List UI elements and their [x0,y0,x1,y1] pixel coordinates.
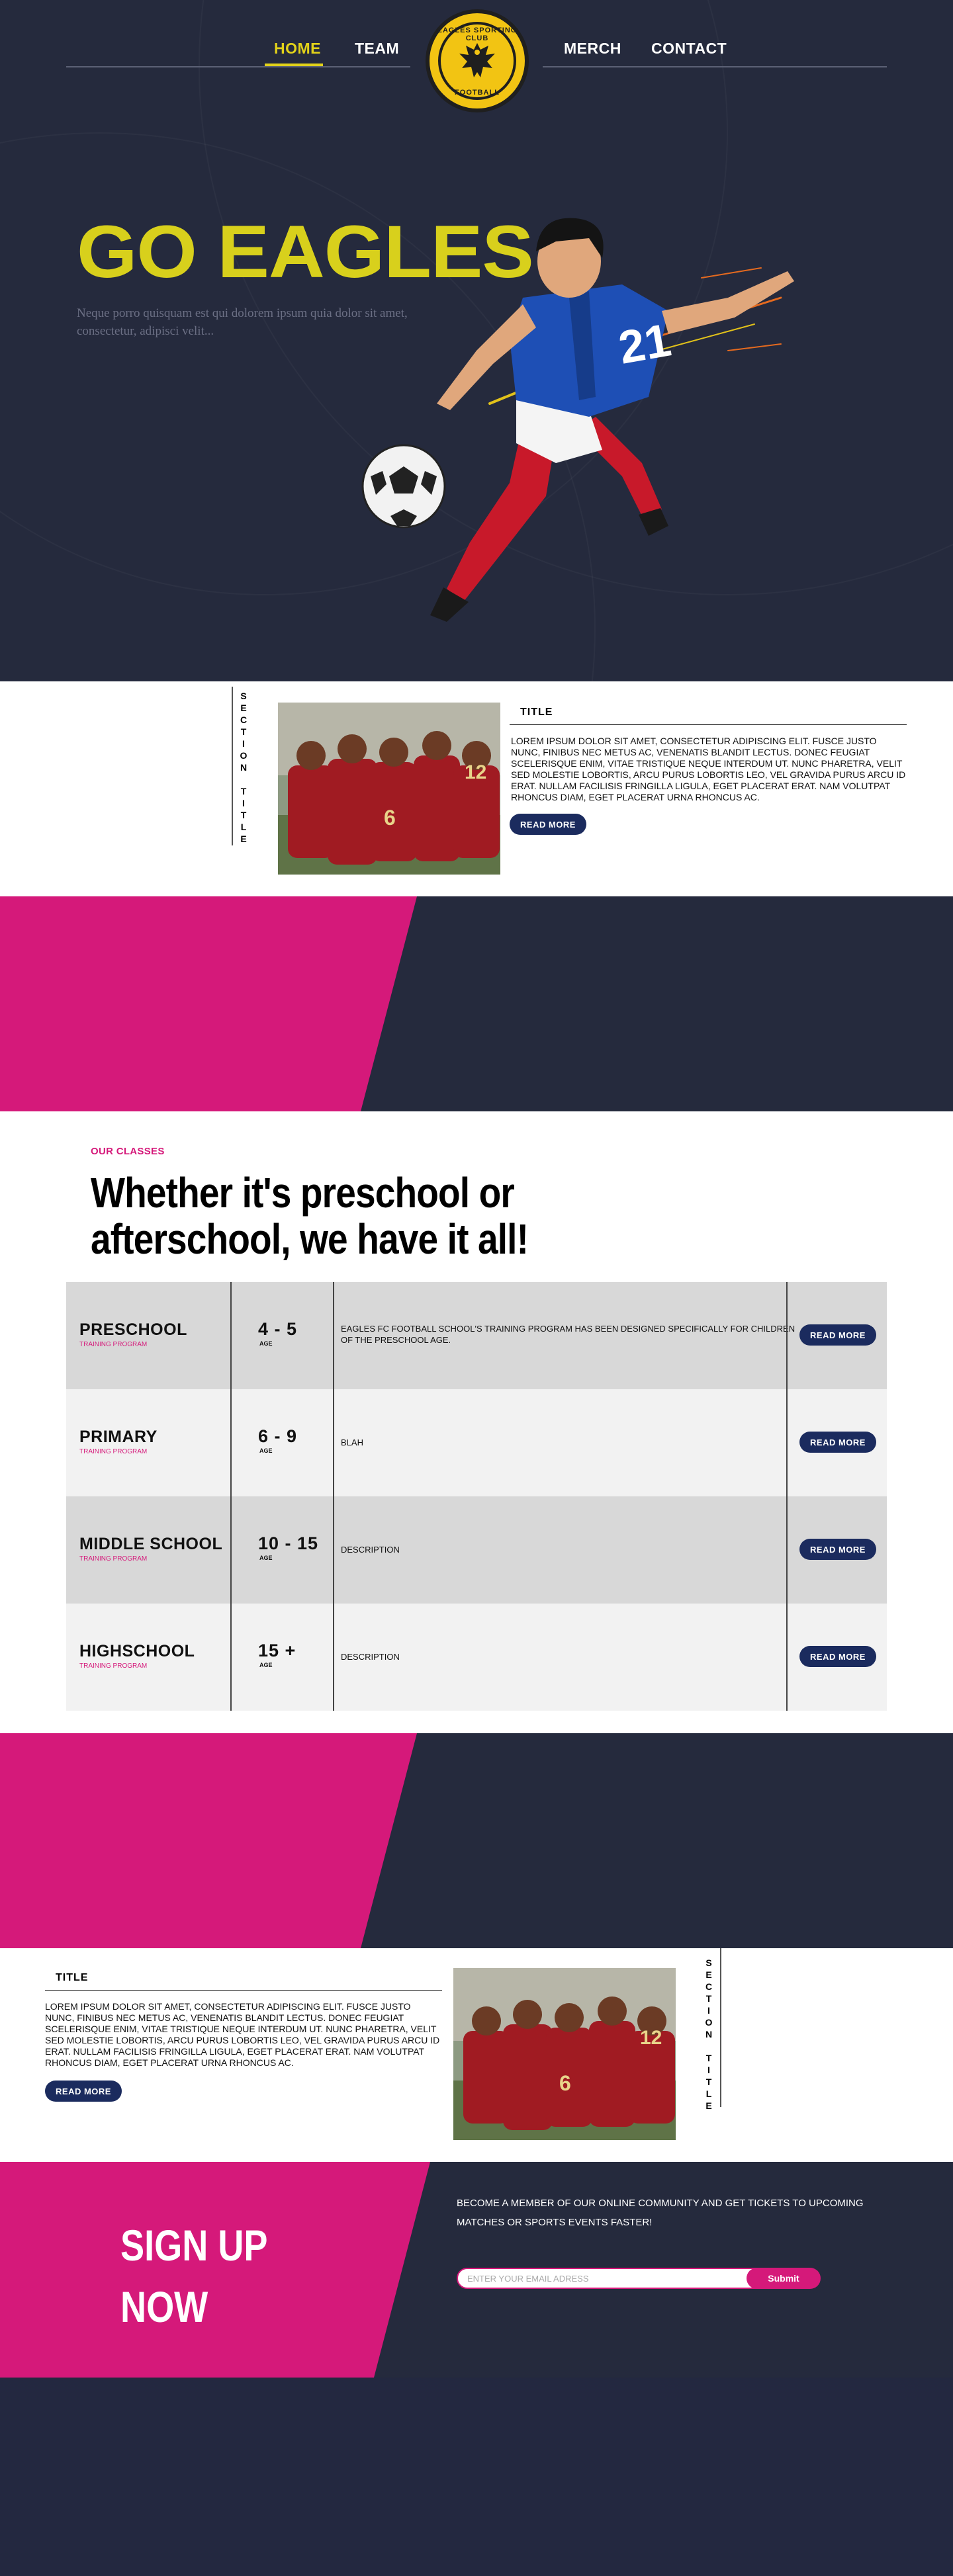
nav-divider-right [543,66,887,67]
column-divider [333,1389,334,1496]
title-rule [510,724,907,725]
class-name: PRESCHOOL [79,1320,187,1339]
nav-team[interactable]: TEAM [355,40,399,58]
column-divider [230,1389,232,1496]
vertical-section-title: SECTION TITLE [700,1957,717,2112]
team-photo: 6 12 [278,703,500,875]
class-age: 6 - 9 [258,1426,298,1446]
signup-section: SIGN UP NOW BECOME A MEMBER OF OUR ONLIN… [0,2162,953,2378]
class-age-label: AGE [259,1340,273,1347]
signup-title-line2: NOW [120,2282,208,2331]
class-subtitle: TRAINING PROGRAM [79,1341,148,1348]
class-row-primary: PRIMARY TRAINING PROGRAM 6 - 9 AGE BLAH … [66,1389,887,1496]
vertical-divider [232,687,233,845]
vertical-section-title-text: SECTION TITLE [238,691,249,845]
club-crest-logo[interactable]: EAGLES SPORTING CLUB FOOTBALL [426,9,529,112]
pink-diagonal-panel [0,1733,417,1948]
title-rule [45,1990,442,1991]
nav-contact[interactable]: CONTACT [651,40,727,58]
nav-active-indicator [265,64,323,66]
pink-diagonal-panel [0,896,417,1111]
crest-text-bottom: FOOTBALL [455,89,500,97]
crest-text-top: EAGLES SPORTING CLUB [437,26,518,42]
feature-body: LOREM IPSUM DOLOR SIT AMET, CONSECTETUR … [45,2001,440,2068]
column-divider [230,1496,232,1604]
class-description: EAGLES FC FOOTBALL SCHOOL'S TRAINING PRO… [341,1324,795,1345]
column-divider [333,1496,334,1604]
feature-section-1: SECTION TITLE 6 12 TITLE LOREM IPSUM DOL… [0,681,953,896]
photo-jersey-number: 6 [384,806,396,830]
signup-title-line1: SIGN UP [120,2221,268,2270]
photo-jersey-number: 6 [559,2071,571,2095]
column-divider [786,1496,788,1604]
class-age: 15 + [258,1641,296,1660]
class-read-more-button[interactable]: READ MORE [799,1432,876,1453]
class-age-label: AGE [259,1555,273,1561]
footer [0,2378,953,2576]
vertical-section-title-text: SECTION TITLE [703,1957,714,2112]
class-name: HIGHSCHOOL [79,1642,195,1660]
class-age: 4 - 5 [258,1319,298,1339]
submit-button[interactable]: Submit [747,2268,821,2289]
feature-title: TITLE [56,1972,89,1983]
signup-title: SIGN UP NOW [120,2215,268,2338]
class-read-more-button[interactable]: READ MORE [799,1646,876,1667]
classes-heading: Whether it's preschool or afterschool, w… [91,1169,529,1263]
column-divider [230,1604,232,1711]
signup-description: BECOME A MEMBER OF OUR ONLINE COMMUNITY … [457,2198,864,2228]
diagonal-banner-1 [0,896,953,1111]
hero-section: HOME TEAM MERCH CONTACT EAGLES SPORTING … [0,0,953,681]
class-row-middle-school: MIDDLE SCHOOL TRAINING PROGRAM 10 - 15 A… [66,1496,887,1604]
nav-merch[interactable]: MERCH [564,40,621,58]
class-row-highschool: HIGHSCHOOL TRAINING PROGRAM 15 + AGE DES… [66,1604,887,1711]
class-row-preschool: PRESCHOOL TRAINING PROGRAM 4 - 5 AGE EAG… [66,1282,887,1389]
class-read-more-button[interactable]: READ MORE [799,1539,876,1560]
read-more-button[interactable]: READ MORE [45,2081,122,2102]
vertical-divider [720,1948,721,2107]
class-age: 10 - 15 [258,1533,319,1553]
football-player-illustration: 21 [361,218,794,622]
classes-eyebrow: OUR CLASSES [91,1146,165,1157]
column-divider [333,1282,334,1389]
class-read-more-button[interactable]: READ MORE [799,1324,876,1346]
class-subtitle: TRAINING PROGRAM [79,1448,148,1455]
photo-jersey-number: 12 [640,2027,662,2049]
class-subtitle: TRAINING PROGRAM [79,1555,148,1563]
column-divider [333,1604,334,1711]
column-divider [786,1604,788,1711]
photo-jersey-number: 12 [465,761,486,783]
class-age-label: AGE [259,1662,273,1668]
class-description: DESCRIPTION [341,1545,400,1555]
class-subtitle: TRAINING PROGRAM [79,1662,148,1670]
column-divider [786,1282,788,1389]
column-divider [786,1389,788,1496]
classes-table: PRESCHOOL TRAINING PROGRAM 4 - 5 AGE EAG… [66,1282,887,1711]
read-more-button[interactable]: READ MORE [510,814,586,835]
nav-divider-left [66,66,410,67]
email-input[interactable]: ENTER YOUR EMAIL ADRESS [457,2268,774,2289]
soccer-ball-icon [361,444,446,529]
diagonal-banner-2 [0,1733,953,1948]
class-name: MIDDLE SCHOOL [79,1535,223,1553]
feature-body: LOREM IPSUM DOLOR SIT AMET, CONSECTETUR … [511,736,906,802]
class-description: BLAH [341,1438,363,1447]
feature-section-2: TITLE LOREM IPSUM DOLOR SIT AMET, CONSEC… [0,1948,953,2162]
class-description: DESCRIPTION [341,1652,400,1662]
vertical-section-title: SECTION TITLE [235,691,252,845]
class-age-label: AGE [259,1447,273,1454]
column-divider [230,1282,232,1389]
nav-home[interactable]: HOME [274,40,321,58]
team-photo: 6 12 [453,1968,676,2140]
class-name: PRIMARY [79,1428,158,1446]
feature-title: TITLE [520,707,553,718]
